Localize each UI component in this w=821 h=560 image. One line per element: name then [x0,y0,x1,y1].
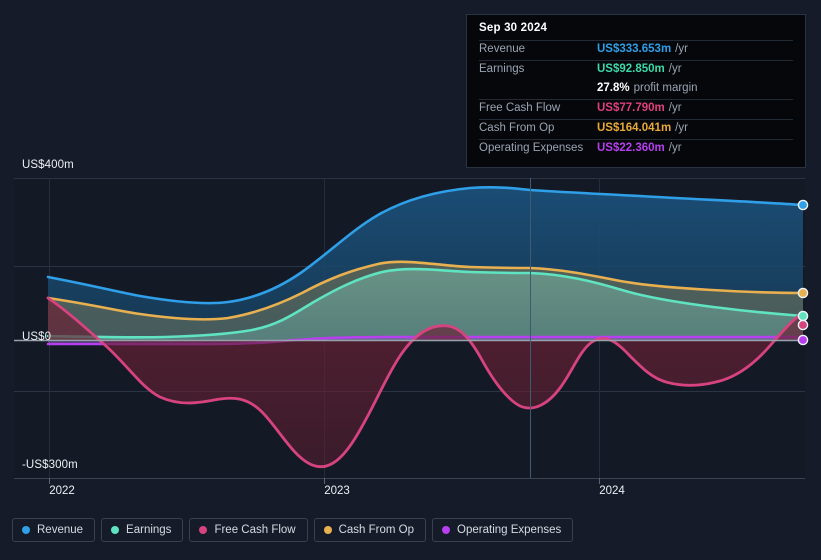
legend-label-operating-expenses: Operating Expenses [457,524,562,536]
tooltip-row-free-cash-flow: Free Cash Flow US$77.790m /yr [479,99,793,119]
legend-label-revenue: Revenue [37,524,84,536]
tooltip-row-revenue: Revenue US$333.653m /yr [479,40,793,60]
tooltip-row-profit-margin: 27.8% profit margin [479,80,793,99]
endpoint-free-cash-flow[interactable] [797,319,809,331]
tooltip-unit-operating-expenses: /yr [668,142,682,154]
tooltip-unit-cash-from-op: /yr [675,122,688,134]
tooltip-date: Sep 30 2024 [479,22,548,34]
endpoint-cash-from-op[interactable] [797,287,809,299]
endpoint-earnings[interactable] [797,310,809,322]
legend-label-free-cash-flow: Free Cash Flow [214,524,296,536]
legend-item-revenue[interactable]: Revenue [12,518,96,542]
legend-label-earnings: Earnings [126,524,172,536]
legend-item-cash-from-op[interactable]: Cash From Op [313,518,427,542]
tooltip-profit-margin-label: profit margin [633,82,698,94]
y-axis-label-zero: US$0 [22,331,52,343]
tooltip-value-earnings: US$92.850m [597,63,665,75]
legend-item-operating-expenses[interactable]: Operating Expenses [432,518,574,542]
legend-label-cash-from-op: Cash From Op [338,524,415,536]
tooltip-label-earnings: Earnings [479,63,525,75]
tooltip-unit-free-cash-flow: /yr [668,102,682,114]
x-axis-tick-2024: 2024 [599,485,625,497]
x-axis-tick-2023: 2023 [324,485,350,497]
legend-item-free-cash-flow[interactable]: Free Cash Flow [189,518,308,542]
endpoint-revenue[interactable] [797,199,809,211]
legend-dot-operating-expenses-icon [442,526,451,534]
tooltip-label-cash-from-op: Cash From Op [479,122,555,134]
chart-legend: Revenue Earnings Free Cash Flow Cash Fro… [12,518,574,542]
tooltip-unit-earnings: /yr [668,63,682,75]
endpoint-operating-expenses[interactable] [797,334,809,346]
legend-item-earnings[interactable]: Earnings [101,518,184,542]
x-axis [14,478,805,484]
tooltip-value-cash-from-op: US$164.041m [597,122,672,134]
legend-dot-cash-from-op-icon [323,526,332,534]
financial-performance-chart: US$400m US$0 -US$300m 2022 2023 2024 Sep… [0,0,821,560]
tooltip-unit-revenue: /yr [675,43,688,55]
tooltip-label-free-cash-flow: Free Cash Flow [479,102,561,114]
tooltip-value-operating-expenses: US$22.360m [597,142,665,154]
tooltip-value-free-cash-flow: US$77.790m [597,102,665,114]
tooltip-label-operating-expenses: Operating Expenses [479,142,584,154]
tooltip-value-revenue: US$333.653m [597,43,672,55]
y-axis-label-top: US$400m [22,159,74,171]
x-axis-tick-2022: 2022 [49,485,75,497]
y-axis-label-bottom: -US$300m [22,459,78,471]
tooltip-profit-margin-value: 27.8% [597,82,630,94]
tooltip-row-operating-expenses: Operating Expenses US$22.360m /yr [479,139,793,159]
tooltip-label-revenue: Revenue [479,43,526,55]
legend-dot-revenue-icon [22,526,30,534]
tooltip-row-earnings: Earnings US$92.850m /yr [479,60,793,80]
legend-dot-earnings-icon [111,526,120,534]
legend-dot-free-cash-flow-icon [199,526,208,534]
tooltip-row-cash-from-op: Cash From Op US$164.041m /yr [479,119,793,139]
chart-tooltip: Sep 30 2024 Revenue US$333.653m /yr Earn… [466,14,806,168]
